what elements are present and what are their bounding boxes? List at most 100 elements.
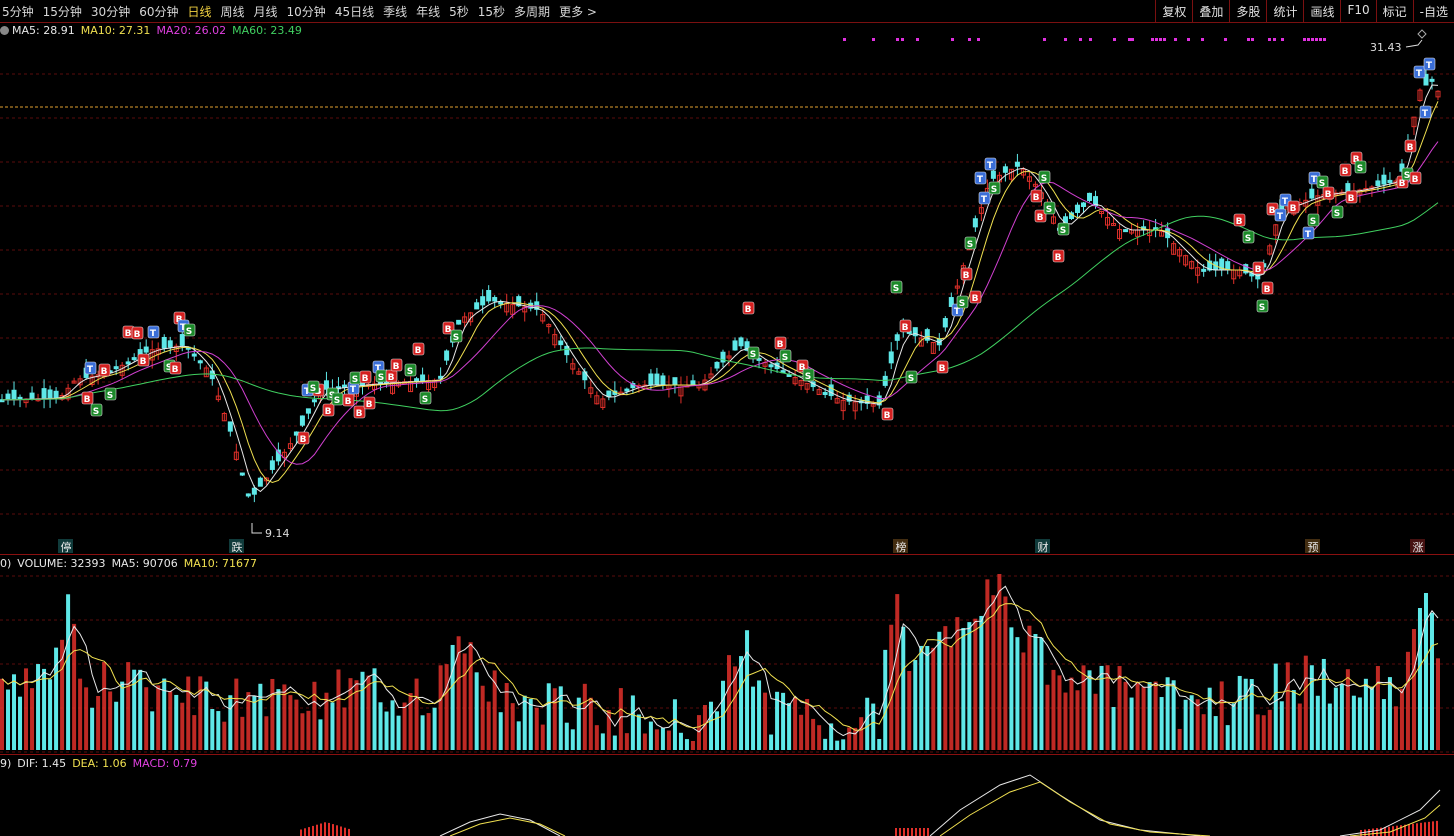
volume-bar [1237, 675, 1242, 750]
statistics-button[interactable]: 统计 [1266, 0, 1303, 22]
volume-bar [937, 631, 942, 750]
volume-bar [546, 683, 551, 750]
candle-body [245, 493, 251, 497]
volume-bar [612, 735, 617, 750]
tab-daily[interactable]: 日线 [187, 3, 211, 20]
candle-body [143, 346, 149, 353]
buy-signal-marker-label: B [1412, 175, 1419, 185]
tab-45day[interactable]: 45日线 [335, 3, 374, 20]
top-signal-marker: T [974, 171, 987, 185]
dea-value: DEA: 1.06 [72, 757, 127, 770]
sell-signal-marker-label: S [1060, 226, 1066, 236]
signal-markers: TBBSSBBTBBTSSBBTBSBSSBTBSBTSBBBSBSBSBSBS… [81, 57, 1436, 445]
buy-signal-marker: B [742, 301, 755, 315]
tab-5min[interactable]: 5分钟 [2, 3, 34, 20]
candle-body [179, 334, 185, 346]
magenta-dot [1273, 38, 1276, 41]
macd-value: MACD: 0.79 [132, 757, 198, 770]
magenta-dot [1079, 38, 1082, 41]
macd-bar [300, 829, 302, 836]
buy-signal-marker-label: B [1033, 193, 1040, 203]
tab-30min[interactable]: 30分钟 [91, 3, 130, 20]
draw-line-button[interactable]: 画线 [1303, 0, 1340, 22]
volume-bar [426, 713, 431, 750]
macd-bar [336, 825, 338, 836]
volume-bar [1279, 701, 1284, 750]
tab-monthly[interactable]: 月线 [254, 3, 278, 20]
volume-bar [847, 727, 852, 750]
volume-bar [1045, 684, 1050, 750]
top-signal-marker-label: T [1277, 212, 1284, 222]
candle-body [299, 415, 305, 426]
volume-bar [1297, 703, 1302, 750]
candle-body [1387, 179, 1393, 184]
volume-bar [516, 721, 521, 750]
volume-bar [48, 679, 53, 750]
tab-15sec[interactable]: 15秒 [478, 3, 505, 20]
candle-body [1014, 161, 1020, 167]
volume-bar [162, 678, 167, 750]
tab-5sec[interactable]: 5秒 [449, 3, 469, 20]
restore-rights-button[interactable]: 复权 [1155, 0, 1192, 22]
buy-signal-marker-label: B [1236, 217, 1243, 227]
tab-multi-period[interactable]: 多周期 [514, 3, 550, 20]
volume-bar [72, 623, 77, 750]
volume-bar [1039, 637, 1044, 750]
volume-value: VOLUME: 32393 [17, 557, 106, 570]
tab-60min[interactable]: 60分钟 [139, 3, 178, 20]
event-tag: 榜 [893, 539, 908, 554]
volume-bar [510, 703, 515, 750]
volume-bar [84, 687, 89, 750]
candle-body [1429, 78, 1435, 82]
mark-button[interactable]: 标记 [1375, 0, 1413, 22]
tab-yearly[interactable]: 年线 [416, 3, 440, 20]
buy-signal-marker-label: B [1269, 206, 1276, 216]
macd-bar [915, 828, 917, 836]
f10-button[interactable]: F10 [1340, 0, 1375, 22]
divider [0, 754, 1454, 755]
volume-bar [1393, 706, 1398, 750]
volume-bar [1339, 683, 1344, 750]
volume-bar [931, 647, 936, 750]
buy-signal-marker: B [390, 358, 403, 372]
buy-signal-marker: B [960, 267, 973, 281]
volume-bar [0, 678, 4, 750]
watchlist-button[interactable]: -自选 [1412, 0, 1454, 22]
tab-weekly[interactable]: 周线 [221, 3, 245, 20]
top-signal-marker-label: T [987, 161, 994, 171]
volume-bar [96, 695, 101, 750]
tab-more[interactable]: 更多 > [559, 3, 597, 20]
candle-body [1225, 261, 1231, 271]
volume-bar [444, 664, 449, 750]
sell-signal-marker-label: S [1310, 217, 1316, 227]
top-signal-marker-label: T [1422, 109, 1429, 119]
multi-stock-button[interactable]: 多股 [1229, 0, 1266, 22]
low-price-label: 9.14 [265, 527, 290, 540]
top-signal-marker-label: T [350, 385, 357, 395]
macd-chart[interactable] [0, 770, 1454, 836]
buy-signal-marker: B [1030, 189, 1043, 203]
volume-chart[interactable] [0, 570, 1454, 754]
macd-bar [911, 828, 913, 836]
volume-bar [1087, 670, 1092, 750]
volume-bar [907, 670, 912, 750]
volume-bar [1357, 697, 1362, 750]
tab-quarterly[interactable]: 季线 [383, 3, 407, 20]
candle-body [1123, 229, 1129, 233]
volume-bar [288, 695, 293, 750]
candle-body [1345, 183, 1351, 193]
buy-signal-marker-label: B [356, 409, 363, 419]
candle-body [1201, 268, 1207, 272]
price-chart[interactable]: TBBSSBBTBBTSSBBTBSBSSBTBSBTSBBBSBSBSBSBS… [0, 22, 1454, 555]
candle-body [1309, 188, 1315, 199]
tab-10min[interactable]: 10分钟 [287, 3, 326, 20]
sell-signal-marker: S [104, 387, 117, 401]
buy-signal-marker-label: B [362, 374, 369, 384]
candle-body [894, 334, 900, 341]
tab-15min[interactable]: 15分钟 [43, 3, 82, 20]
overlay-button[interactable]: 叠加 [1192, 0, 1229, 22]
macd-bars [300, 820, 1438, 836]
candle-body [672, 377, 678, 386]
sell-signal-marker: S [1242, 230, 1255, 244]
volume-bar [366, 675, 371, 750]
